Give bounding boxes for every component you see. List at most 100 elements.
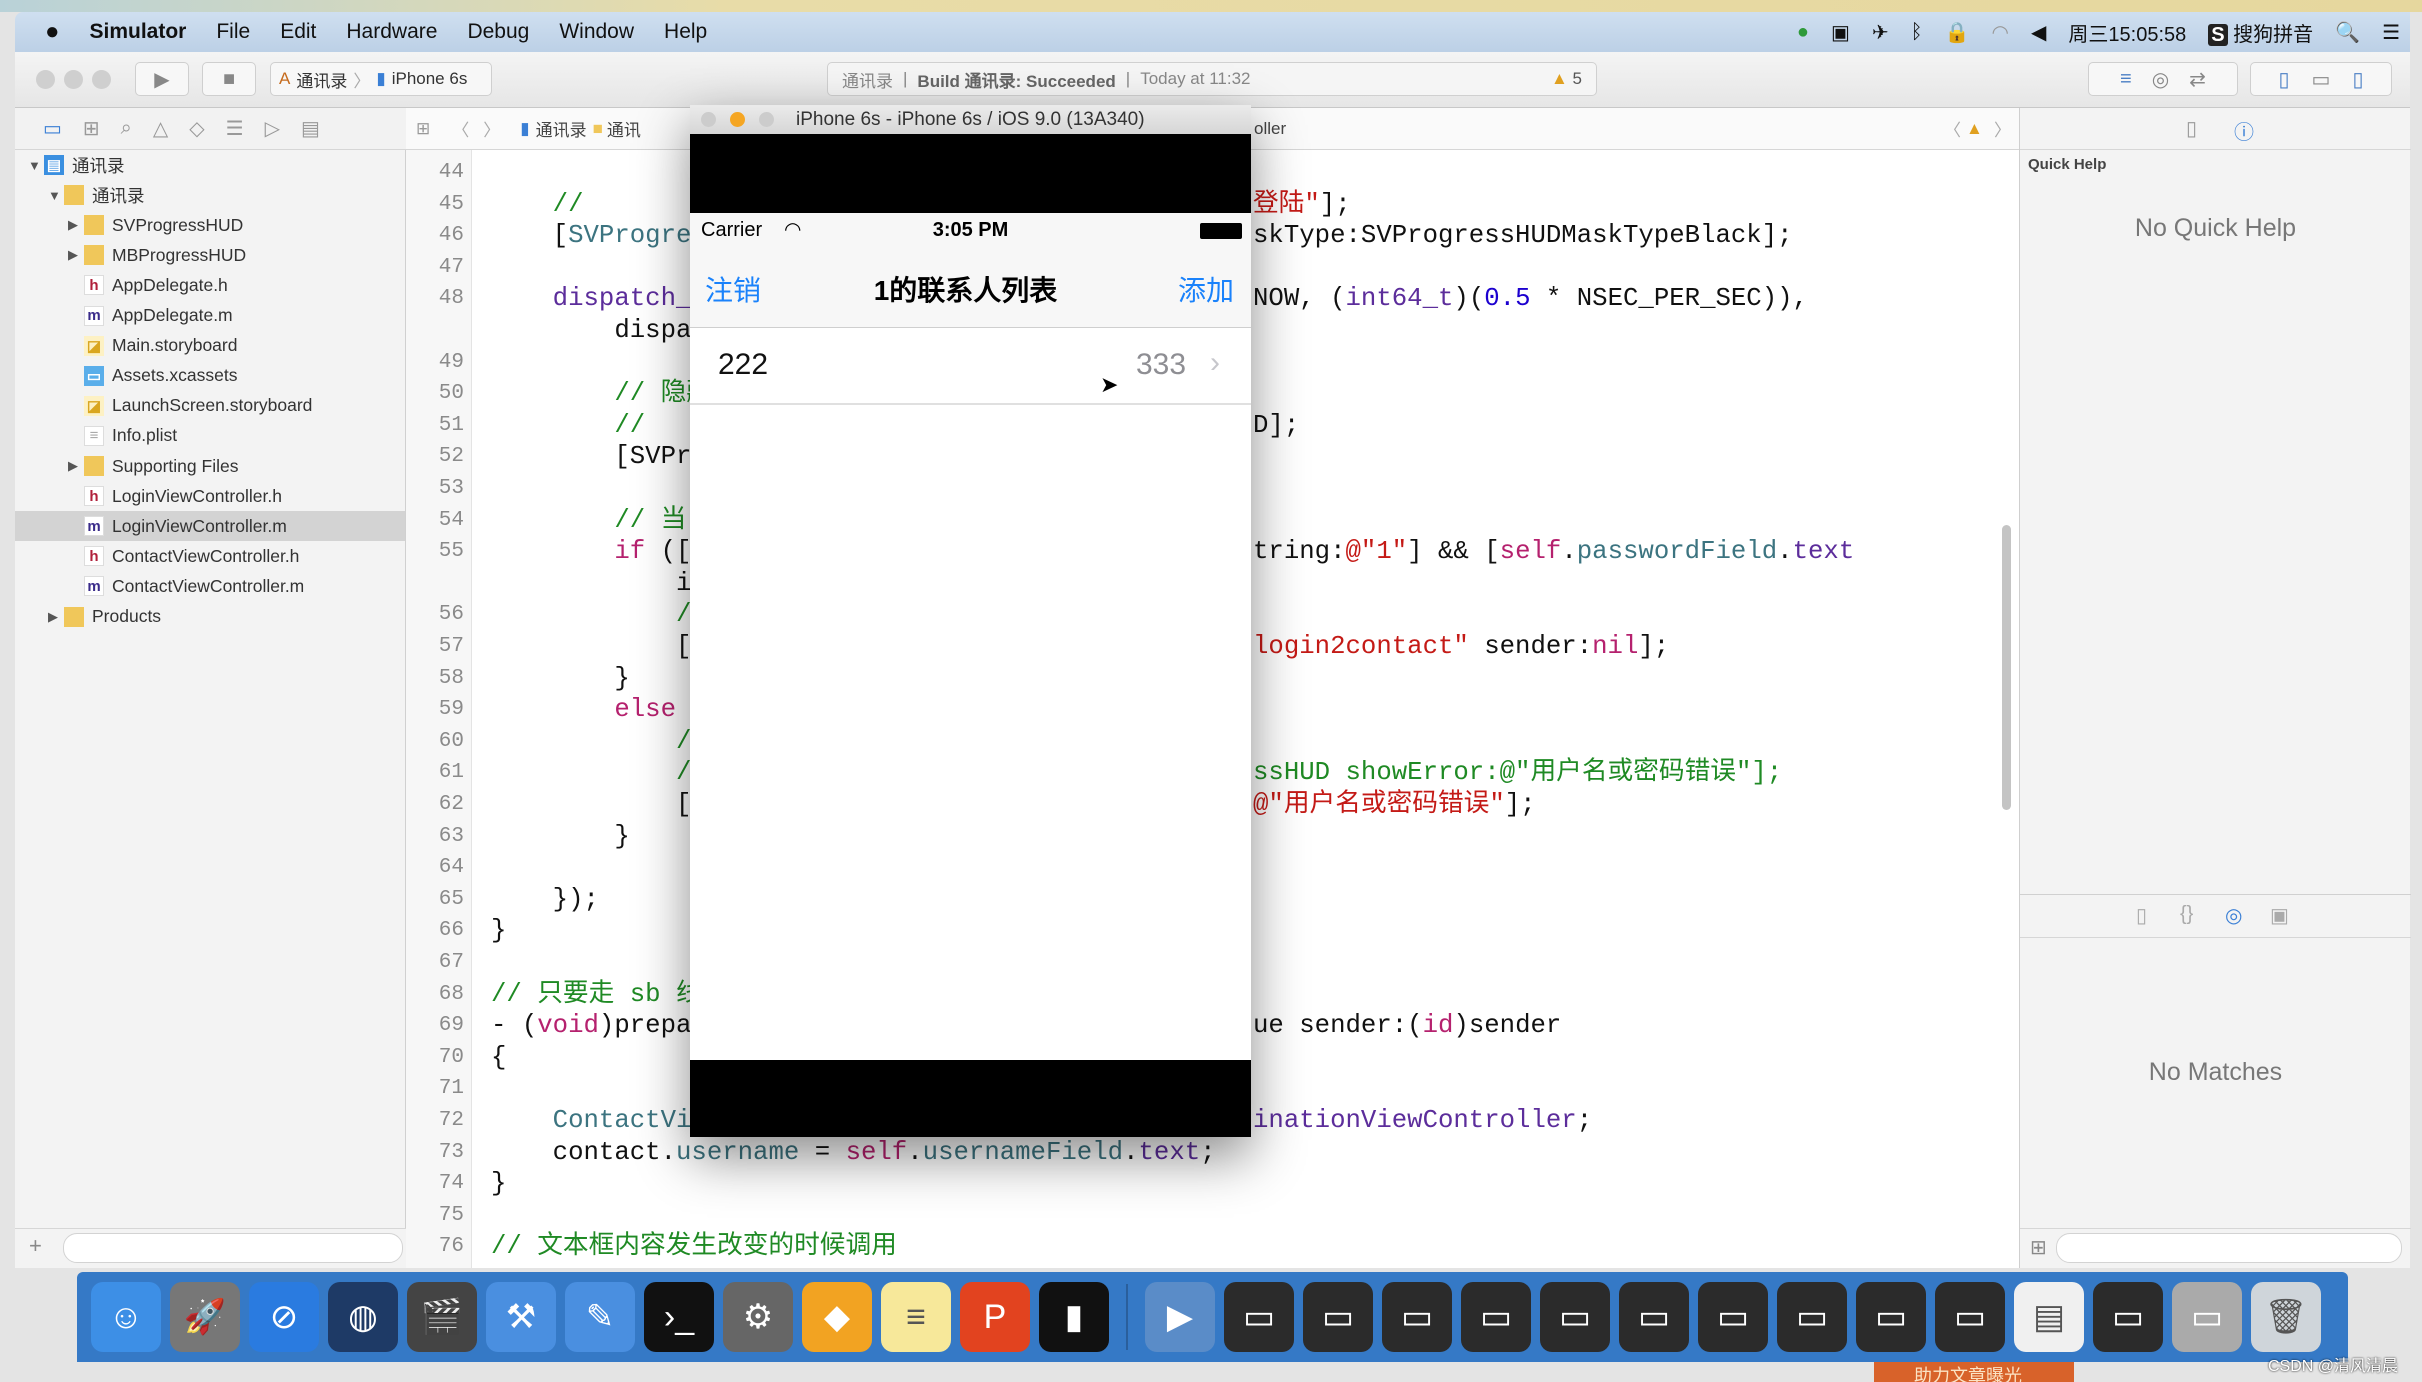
version-editor-icon[interactable]: ⇄ <box>2189 67 2206 92</box>
symbol-navigator-icon[interactable]: ⊞ <box>83 116 100 141</box>
navigator-item[interactable]: ▶ Supporting Files <box>15 451 405 481</box>
run-button[interactable]: ▶ <box>135 62 189 96</box>
zoom-window-button[interactable] <box>92 70 111 89</box>
editor-mode-control[interactable]: ≡ ◎ ⇄ <box>2088 62 2238 96</box>
finder-icon[interactable]: ☺ <box>91 1282 161 1352</box>
volume-icon[interactable]: ◀ <box>2031 20 2046 45</box>
navigator-item[interactable]: m ContactViewController.m <box>15 571 405 601</box>
media-library-icon[interactable]: ▣ <box>2270 903 2289 928</box>
bluetooth-icon[interactable]: ᛒ <box>1911 21 1923 44</box>
window-icon[interactable]: ▭ <box>1540 1282 1610 1352</box>
disclosure-triangle-icon[interactable]: ▶ <box>68 217 84 233</box>
wps-icon[interactable]: P <box>960 1282 1030 1352</box>
window-icon[interactable]: ▭ <box>1461 1282 1531 1352</box>
test-navigator-icon[interactable]: ◇ <box>189 116 204 141</box>
window-icon[interactable]: ▭ <box>2172 1282 2242 1352</box>
sketch-icon[interactable]: ◆ <box>802 1282 872 1352</box>
window-icon[interactable]: ▭ <box>2093 1282 2163 1352</box>
inspector-toggle-icon[interactable]: ▯ <box>2352 67 2363 92</box>
apple-menu-icon[interactable]: ● <box>45 18 60 46</box>
xcode-icon[interactable]: ⚒ <box>486 1282 556 1352</box>
navigator-item[interactable]: h LoginViewController.h <box>15 481 405 511</box>
navigator-item[interactable]: ▶ Products <box>15 602 405 632</box>
debug-area-toggle-icon[interactable]: ▭ <box>2312 67 2331 92</box>
spotlight-icon[interactable]: 🔍 <box>2335 20 2360 45</box>
navigator-item[interactable]: ◪ Main.storyboard <box>15 331 405 361</box>
navigator-item[interactable]: m AppDelegate.m <box>15 301 405 331</box>
code-snippet-library-icon[interactable]: {} <box>2180 903 2193 926</box>
breakpoint-navigator-icon[interactable]: ▷ <box>265 116 280 141</box>
disclosure-triangle-icon[interactable]: ▶ <box>68 458 84 474</box>
window-icon[interactable]: ▭ <box>1619 1282 1689 1352</box>
warning-icon[interactable]: ▲ <box>1966 119 1983 139</box>
airplane-icon[interactable]: ✈ <box>1872 20 1889 45</box>
file-template-library-icon[interactable]: ▯ <box>2136 903 2147 928</box>
wifi-icon[interactable]: ◠ <box>1992 20 2009 45</box>
close-window-button[interactable] <box>36 70 55 89</box>
back-icon[interactable]: 〈 <box>452 116 469 141</box>
system-preferences-icon[interactable]: ⚙ <box>723 1282 793 1352</box>
menu-edit[interactable]: Edit <box>280 20 316 44</box>
navigator-item[interactable]: ▶ SVProgressHUD <box>15 210 405 240</box>
window-icon[interactable]: ▭ <box>1935 1282 2005 1352</box>
safari-icon[interactable]: ⊘ <box>249 1282 319 1352</box>
window-icon[interactable]: ▭ <box>1224 1282 1294 1352</box>
navigator-item[interactable]: m LoginViewController.m <box>15 511 405 542</box>
find-navigator-icon[interactable]: ⌕ <box>121 117 132 140</box>
menu-help[interactable]: Help <box>664 20 707 44</box>
quick-help-icon[interactable]: ⓘ <box>2234 116 2254 145</box>
menu-app[interactable]: Simulator <box>90 20 187 44</box>
disclosure-triangle-icon[interactable]: ▼ <box>28 158 44 173</box>
assistant-editor-icon[interactable]: ◎ <box>2152 67 2169 92</box>
project-navigator-icon[interactable]: ▭ <box>43 116 62 141</box>
window-icon[interactable]: ▭ <box>1382 1282 1452 1352</box>
add-contact-button[interactable]: 添加 <box>1178 269 1234 309</box>
related-items-icon[interactable]: ⊞ <box>416 119 430 139</box>
terminal-icon[interactable]: ›_ <box>644 1282 714 1352</box>
disclosure-triangle-icon[interactable]: ▼ <box>48 188 64 203</box>
report-navigator-icon[interactable]: ▤ <box>301 116 320 141</box>
debug-navigator-icon[interactable]: ☰ <box>226 116 244 141</box>
warning-badge[interactable]: ▲ 5 <box>1551 69 1582 89</box>
forward-icon[interactable]: 〉 <box>483 116 500 141</box>
add-file-icon[interactable]: + <box>29 1233 42 1259</box>
window-icon[interactable]: ▭ <box>1856 1282 1926 1352</box>
navigator-item[interactable]: h ContactViewController.h <box>15 541 405 571</box>
jumpbar-file[interactable]: oller <box>1254 119 1286 139</box>
trash-icon[interactable]: 🗑 <box>2251 1282 2321 1352</box>
navigator-filter-input[interactable] <box>63 1233 403 1263</box>
menu-debug[interactable]: Debug <box>467 20 529 44</box>
standard-editor-icon[interactable]: ≡ <box>2120 68 2132 91</box>
grid-view-icon[interactable]: ⊞ <box>2030 1235 2047 1260</box>
window-icon[interactable]: ▭ <box>1777 1282 1847 1352</box>
navigator-item[interactable]: h AppDelegate.h <box>15 270 405 300</box>
disclosure-triangle-icon[interactable]: ▶ <box>68 247 84 263</box>
object-library-icon[interactable]: ◎ <box>2225 903 2242 928</box>
video-editor-icon[interactable]: 🎬 <box>407 1282 477 1352</box>
notes-icon[interactable]: ≡ <box>881 1282 951 1352</box>
library-filter-input[interactable] <box>2056 1233 2402 1263</box>
minimize-window-button[interactable] <box>64 70 83 89</box>
input-method[interactable]: S 搜狗拼音 <box>2208 18 2313 47</box>
navigator-toggle-icon[interactable]: ▯ <box>2279 67 2290 92</box>
navigator-item[interactable]: ▶ MBProgressHUD <box>15 240 405 270</box>
close-window-button[interactable] <box>701 112 716 127</box>
camera-icon[interactable]: ▣ <box>1831 20 1850 45</box>
navigator-item[interactable]: ≡ Info.plist <box>15 421 405 451</box>
menu-hardware[interactable]: Hardware <box>346 20 437 44</box>
stop-button[interactable]: ■ <box>202 62 256 96</box>
launchpad-icon[interactable]: 🚀 <box>170 1282 240 1352</box>
navigator-item[interactable]: ▭ Assets.xcassets <box>15 361 405 391</box>
zoom-window-button[interactable] <box>759 112 774 127</box>
navigator-item[interactable]: ▼ 通讯录 <box>15 180 405 210</box>
instruments-icon[interactable]: ✎ <box>565 1282 635 1352</box>
menu-window[interactable]: Window <box>559 20 634 44</box>
navigator-item[interactable]: ◪ LaunchScreen.storyboard <box>15 391 405 421</box>
window-icon[interactable]: ▭ <box>1698 1282 1768 1352</box>
lock-icon[interactable]: 🔒 <box>1945 20 1970 45</box>
issue-navigator-icon[interactable]: △ <box>153 116 168 141</box>
contact-cell[interactable]: 222 333 › <box>690 328 1251 405</box>
navigator-item[interactable]: ▼ ▤ 通讯录 <box>15 150 405 180</box>
notification-center-icon[interactable]: ☰ <box>2382 20 2400 45</box>
quicktime-icon[interactable]: ▶ <box>1145 1282 1215 1352</box>
